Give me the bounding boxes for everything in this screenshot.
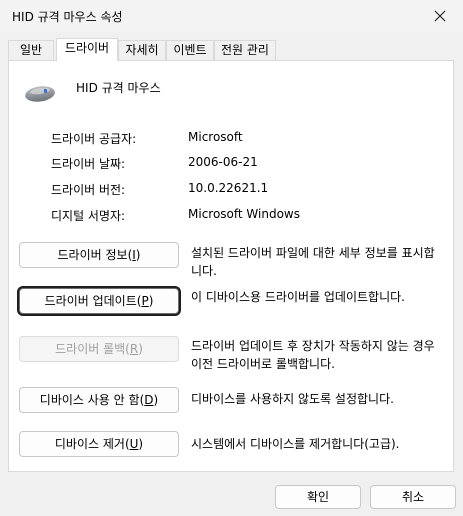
mnemonic: I: [132, 248, 136, 262]
tab-driver[interactable]: 드라이버: [56, 38, 118, 61]
ok-button[interactable]: 확인: [275, 485, 361, 509]
window-title: HID 규격 마우스 속성: [12, 10, 123, 24]
uninstall-device-description: 시스템에서 디바이스를 제거합니다(고급).: [191, 437, 400, 451]
tab-details[interactable]: 자세히: [118, 40, 166, 60]
driver-date-label: 드라이버 날짜:: [51, 157, 126, 171]
driver-provider-value: Microsoft: [188, 130, 243, 144]
tab-strip: 일반 드라이버 자세히 이벤트 전원 관리: [0, 38, 463, 61]
tab-events[interactable]: 이벤트: [166, 40, 214, 60]
tab-label: 자세히: [125, 43, 159, 57]
button-label: 디바이스 사용 안 함: [39, 393, 140, 407]
mnemonic: R: [129, 342, 139, 356]
disable-device-description: 디바이스를 사용하지 않도록 설정합니다.: [191, 392, 394, 406]
mouse-icon: [25, 86, 55, 102]
uninstall-device-button[interactable]: 디바이스 제거(U): [19, 431, 179, 457]
tab-power-management[interactable]: 전원 관리: [214, 40, 276, 60]
title-bar[interactable]: HID 규격 마우스 속성: [0, 0, 463, 32]
tab-label: 전원 관리: [221, 43, 269, 57]
driver-version-value: 10.0.22621.1: [188, 181, 269, 195]
close-button[interactable]: [417, 0, 463, 32]
driver-details-button[interactable]: 드라이버 정보(I): [19, 242, 179, 268]
cancel-button[interactable]: 취소: [370, 485, 456, 509]
close-icon: [434, 10, 446, 22]
driver-provider-label: 드라이버 공급자:: [51, 132, 137, 146]
button-label: 디바이스 제거: [54, 437, 125, 451]
roll-back-driver-description: 드라이버 업데이트 후 장치가 작동하지 않는 경우 이전 드라이버로 롤백합니…: [191, 339, 435, 371]
disable-device-button[interactable]: 디바이스 사용 안 함(D): [19, 387, 179, 413]
device-name: HID 규격 마우스: [76, 81, 161, 95]
roll-back-driver-button[interactable]: 드라이버 롤백(R): [19, 336, 179, 362]
button-label: 드라이버 업데이트: [44, 294, 137, 308]
driver-date-value: 2006-06-21: [188, 155, 258, 169]
button-label: 드라이버 롤백: [55, 342, 126, 356]
mnemonic: D: [144, 393, 154, 407]
digital-signer-value: Microsoft Windows: [188, 207, 300, 221]
button-label: 드라이버 정보: [57, 248, 128, 262]
tab-general[interactable]: 일반: [8, 40, 54, 60]
tab-label: 이벤트: [173, 43, 207, 57]
driver-details-description: 설치된 드라이버 파일에 대한 세부 정보를 표시합니다.: [191, 246, 435, 278]
mnemonic: P: [141, 294, 149, 308]
update-driver-description: 이 디바이스용 드라이버를 업데이트합니다.: [191, 290, 405, 304]
tab-label: 일반: [19, 43, 43, 57]
mnemonic: U: [129, 437, 139, 451]
tab-label: 드라이버: [64, 41, 110, 55]
update-driver-button[interactable]: 드라이버 업데이트(P): [19, 288, 179, 314]
driver-version-label: 드라이버 버전:: [51, 183, 126, 197]
digital-signer-label: 디지털 서명자:: [51, 209, 126, 223]
